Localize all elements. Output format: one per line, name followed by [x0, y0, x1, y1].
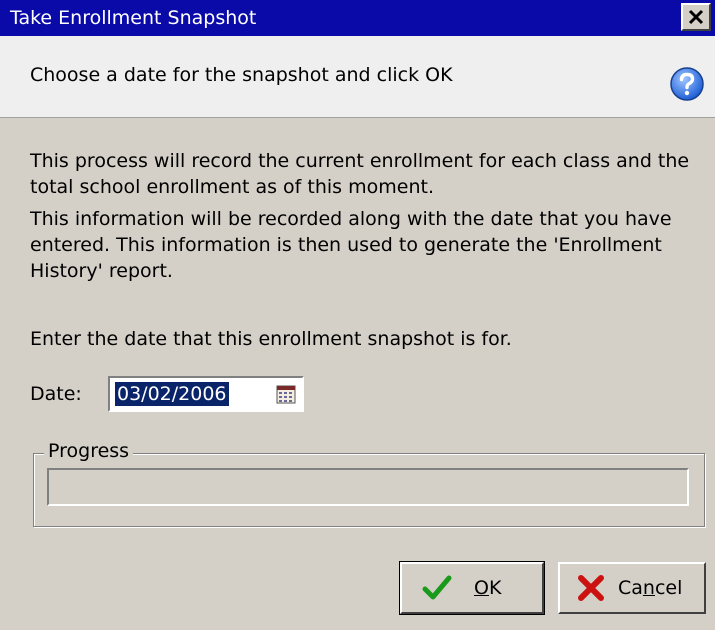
- progress-group: Progress: [33, 440, 705, 527]
- ok-button-label: OK: [474, 577, 502, 599]
- progress-label: Progress: [44, 440, 134, 462]
- date-input[interactable]: 03/02/2006: [108, 376, 304, 412]
- ok-button[interactable]: OK: [399, 561, 545, 615]
- red-x-icon: [578, 575, 604, 601]
- date-instruction: Enter the date that this enrollment snap…: [30, 328, 512, 350]
- enrollment-snapshot-dialog: Take Enrollment Snapshot Choose a date f…: [0, 0, 715, 630]
- progress-bar: [47, 468, 689, 506]
- close-icon: [688, 9, 704, 25]
- instruction-header: Choose a date for the snapshot and click…: [0, 36, 715, 118]
- checkmark-icon: [422, 575, 452, 600]
- window-title: Take Enrollment Snapshot: [10, 7, 257, 29]
- title-bar: Take Enrollment Snapshot: [0, 0, 715, 36]
- report-description: This information will be recorded along …: [30, 208, 672, 282]
- calendar-icon[interactable]: [276, 384, 296, 404]
- cancel-button-label: Cancel: [618, 577, 683, 599]
- process-description: This process will record the current enr…: [30, 150, 690, 198]
- date-value: 03/02/2006: [115, 382, 229, 406]
- date-label: Date:: [30, 383, 82, 405]
- cancel-button[interactable]: Cancel: [558, 562, 706, 614]
- close-button[interactable]: [681, 3, 711, 31]
- help-icon[interactable]: [669, 66, 705, 102]
- instruction-text: Choose a date for the snapshot and click…: [30, 64, 453, 86]
